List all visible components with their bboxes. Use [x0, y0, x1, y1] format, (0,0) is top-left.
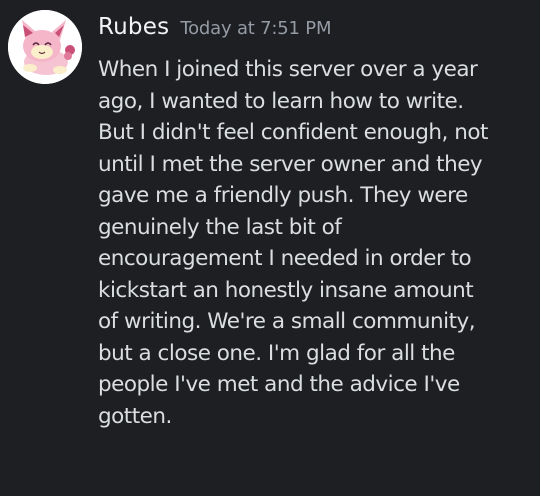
- message-header: Rubes Today at 7:51 PM: [98, 14, 331, 40]
- message-line: gotten.: [98, 403, 172, 429]
- message-line: When I joined this server over a year: [98, 57, 478, 82]
- message-line: genuinely the last bit of: [98, 214, 342, 240]
- message-line: people I've met and the advice I've: [98, 372, 460, 397]
- message-line: until I met the server owner and they: [98, 151, 483, 177]
- chat-message: Rubes Today at 7:51 PM When I joined thi…: [0, 0, 540, 496]
- message-line: kickstart an honestly insane amount: [98, 277, 474, 303]
- user-avatar[interactable]: [8, 10, 82, 84]
- message-line: ago, I wanted to learn how to write.: [98, 88, 464, 114]
- message-line: of writing. We're a small community,: [98, 309, 476, 334]
- skitty-pokemon-avatar-icon: [8, 10, 82, 84]
- message-line: encouragement I needed in order to: [98, 246, 472, 271]
- message-timestamp: Today at 7:51 PM: [180, 18, 332, 39]
- message-content: When I joined this server over a year ag…: [98, 54, 530, 432]
- username[interactable]: Rubes: [98, 14, 169, 40]
- message-line: gave me a friendly push. They were: [98, 183, 468, 208]
- message-line: But I didn't feel confident enough, not: [98, 120, 488, 145]
- message-line: but a close one. I'm glad for all the: [98, 340, 455, 366]
